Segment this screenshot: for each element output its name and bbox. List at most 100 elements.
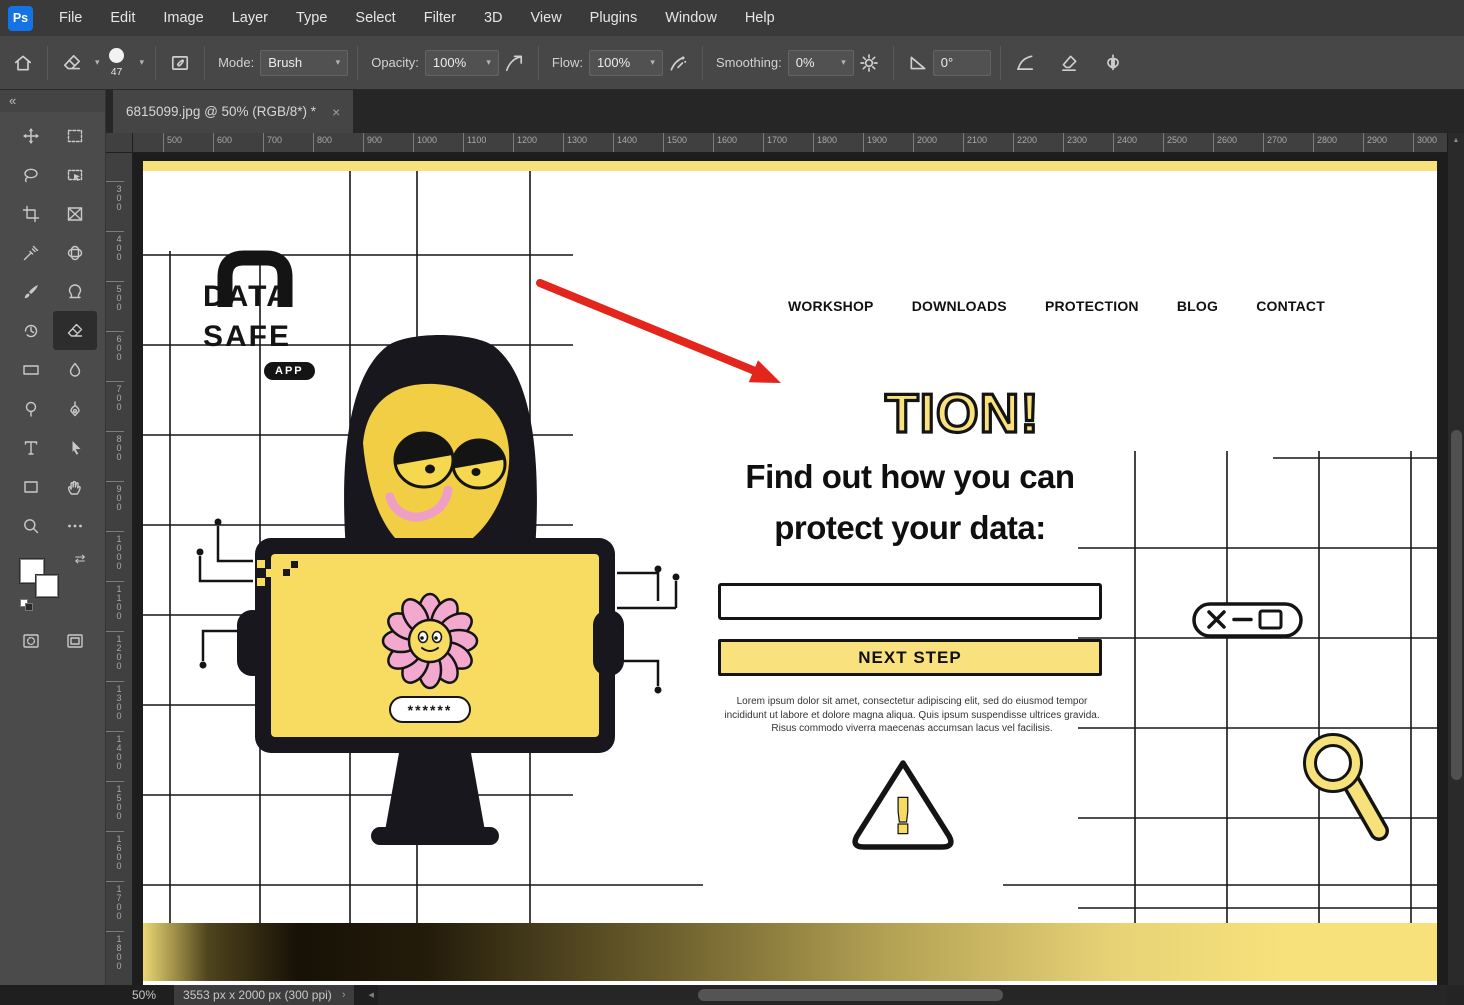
ruler-tick-label: 1600 xyxy=(713,133,763,152)
menu-item[interactable]: Layer xyxy=(218,10,282,26)
home-button[interactable] xyxy=(8,48,38,78)
flow-select[interactable]: 100% ▾ xyxy=(589,50,663,76)
menu-item[interactable]: Plugins xyxy=(576,10,652,26)
vertical-scrollbar-thumb[interactable] xyxy=(1451,430,1462,780)
pressure-opacity-toggle[interactable] xyxy=(499,48,529,78)
frame-icon xyxy=(66,205,84,223)
brush-angle-control[interactable] xyxy=(903,48,933,78)
tool-pen[interactable] xyxy=(53,389,97,428)
document-tab[interactable]: 6815099.jpg @ 50% (RGB/8*) * × xyxy=(113,90,353,133)
menu-item[interactable]: Help xyxy=(731,10,789,26)
ruler-tick-label: 1000 xyxy=(413,133,463,152)
eraser-tool-preset[interactable] xyxy=(57,48,87,78)
collapse-panel-button[interactable]: « xyxy=(0,90,105,112)
tool-dodge[interactable] xyxy=(9,389,53,428)
mode-select[interactable]: Brush ▾ xyxy=(260,50,348,76)
menu-item[interactable]: File xyxy=(45,10,96,26)
brush-preset-picker[interactable]: 47 ▾ xyxy=(102,48,145,78)
magnifier-icon xyxy=(1305,735,1380,832)
ruler-tick-label: 1100 xyxy=(463,133,513,152)
angle-field[interactable]: 0° xyxy=(933,50,991,76)
horizontal-scrollbar-thumb[interactable] xyxy=(698,989,1003,1001)
scroll-left-icon[interactable]: ◀ xyxy=(368,991,373,999)
erase-to-history-toggle[interactable] xyxy=(1054,48,1084,78)
chevron-down-icon[interactable]: ▾ xyxy=(95,57,100,68)
tool-rectangle[interactable] xyxy=(9,467,53,506)
background-color-swatch[interactable] xyxy=(36,575,58,597)
canvas-document[interactable]: ! xyxy=(143,161,1437,985)
opacity-select[interactable]: 100% ▾ xyxy=(425,50,499,76)
airbrush-toggle[interactable] xyxy=(663,48,693,78)
rectangle-icon xyxy=(22,478,40,496)
tool-crop[interactable] xyxy=(9,194,53,233)
ruler-tick-label: 1400 xyxy=(106,731,124,781)
tool-eyedropper[interactable] xyxy=(9,233,53,272)
vertical-scrollbar[interactable]: ▲ xyxy=(1447,133,1464,985)
tool-eraser[interactable] xyxy=(53,311,97,350)
ruler-tick-label: 900 xyxy=(106,481,124,531)
screen-mode-icon xyxy=(66,632,84,650)
close-tab-icon[interactable]: × xyxy=(332,104,340,120)
tool-history-brush[interactable] xyxy=(9,311,53,350)
brush-size-value: 47 xyxy=(111,66,123,78)
symmetry-options-button[interactable] xyxy=(1098,48,1128,78)
screen-mode-button[interactable] xyxy=(53,621,97,660)
ruler-tick-label: 1000 xyxy=(106,531,124,581)
tool-object-selection[interactable] xyxy=(53,155,97,194)
tool-move[interactable] xyxy=(9,116,53,155)
menu-item[interactable]: Window xyxy=(651,10,731,26)
tool-clone-stamp[interactable] xyxy=(53,272,97,311)
warning-exclamation: ! xyxy=(892,789,914,845)
tool-zoom[interactable] xyxy=(9,506,53,545)
chevron-down-icon: ▾ xyxy=(486,57,491,68)
tool-lasso[interactable] xyxy=(9,155,53,194)
tool-marquee[interactable] xyxy=(53,116,97,155)
pressure-size-toggle[interactable] xyxy=(1010,48,1040,78)
smoothing-select[interactable]: 0% ▾ xyxy=(788,50,854,76)
tool-frame[interactable] xyxy=(53,194,97,233)
tool-brush[interactable] xyxy=(9,272,53,311)
browser-pill-icon xyxy=(1194,604,1301,636)
ruler-tick-label: 2200 xyxy=(1013,133,1063,152)
ruler-tick-label: 1300 xyxy=(563,133,613,152)
default-colors-icon[interactable] xyxy=(20,599,34,611)
zoom-level-field[interactable]: 50% xyxy=(132,988,156,1002)
menu-item[interactable]: Image xyxy=(149,10,217,26)
ruler-tick-label: 1200 xyxy=(513,133,563,152)
menu-item[interactable]: View xyxy=(517,10,576,26)
tool-path-selection[interactable] xyxy=(53,428,97,467)
tool-healing-brush[interactable] xyxy=(53,233,97,272)
menu-item[interactable]: Edit xyxy=(96,10,149,26)
ruler-tick-label: 800 xyxy=(106,431,124,481)
pixel-decor-dark xyxy=(283,561,298,576)
menu-item[interactable]: Filter xyxy=(410,10,470,26)
tool-type[interactable] xyxy=(9,428,53,467)
design-body-text: Lorem ipsum dolor sit amet, consectetur … xyxy=(720,695,1104,736)
eraser-icon xyxy=(66,322,84,340)
document-info-field[interactable]: 3553 px x 2000 px (300 ppi) › xyxy=(174,985,354,1005)
tool-hand[interactable] xyxy=(53,467,97,506)
history-brush-icon xyxy=(22,322,40,340)
gear-icon xyxy=(859,53,879,73)
tool-gradient[interactable] xyxy=(9,350,53,389)
menu-item[interactable]: Select xyxy=(341,10,409,26)
ruler-tick-label: 2800 xyxy=(1313,133,1363,152)
scroll-up-icon[interactable]: ▲ xyxy=(1448,133,1464,144)
menu-item[interactable]: 3D xyxy=(470,10,517,26)
design-nav-item: PROTECTION xyxy=(1045,298,1139,314)
flow-label: Flow: xyxy=(552,55,583,70)
horizontal-scrollbar[interactable] xyxy=(378,985,1447,1005)
swap-colors-icon[interactable]: ⇄ xyxy=(75,551,86,567)
tool-edit-toolbar[interactable] xyxy=(53,506,97,545)
chevron-right-icon[interactable]: › xyxy=(342,989,346,1001)
smoothing-options-button[interactable] xyxy=(854,48,884,78)
tool-blur[interactable] xyxy=(53,350,97,389)
quick-mask-button[interactable] xyxy=(9,621,53,660)
canvas-viewport[interactable]: ! xyxy=(133,153,1447,985)
menu-item[interactable]: Type xyxy=(282,10,341,26)
smoothing-value: 0% xyxy=(796,55,815,70)
design-nav-item: WORKSHOP xyxy=(788,298,874,314)
brush-settings-panel-toggle[interactable] xyxy=(165,48,195,78)
monitor-stand xyxy=(385,753,485,831)
scrollbar-corner xyxy=(1447,985,1464,1005)
